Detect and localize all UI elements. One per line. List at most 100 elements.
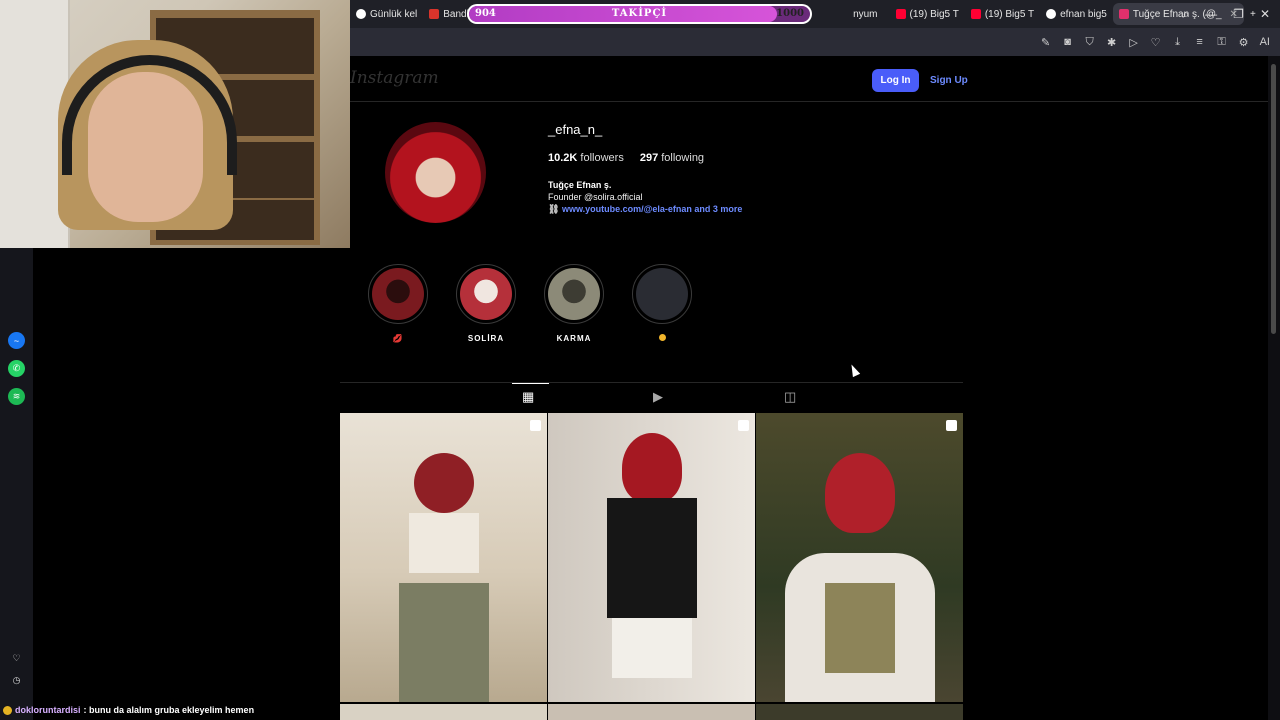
minimize-icon[interactable]: — <box>1205 7 1217 21</box>
highlight-label: KARMA <box>556 334 592 343</box>
tab-label: (19) Big5 T <box>909 8 959 20</box>
post-figure <box>606 498 697 618</box>
follower-goal-track: TAKİPÇİ 904 1000 <box>469 6 810 22</box>
heart-icon[interactable]: ♡ <box>1150 36 1162 49</box>
follower-goal-target: 1000 <box>776 8 804 19</box>
following-stat[interactable]: 297 following <box>640 152 704 164</box>
close-icon[interactable]: ✕ <box>1260 7 1270 21</box>
signup-link[interactable]: Sign Up <box>930 69 968 92</box>
chat-text: : bunu da alalım gruba ekleyelim hemen <box>83 705 255 715</box>
active-tab-indicator <box>512 383 549 384</box>
post-tile[interactable] <box>340 413 547 702</box>
highlight-dot-icon <box>658 334 666 341</box>
post-figure <box>611 618 692 678</box>
post-figure <box>824 453 895 533</box>
followers-label: followers <box>580 152 624 164</box>
tab-favicon-icon <box>356 9 366 19</box>
lock-icon[interactable]: ⚿ <box>1216 36 1228 49</box>
instagram-logo[interactable]: Instagram <box>350 68 439 88</box>
follower-goal-label: TAKİPÇİ <box>611 8 668 19</box>
post-tile[interactable] <box>756 413 963 702</box>
profile-bio: Founder @solira.official <box>548 192 643 202</box>
camera-icon[interactable]: ◙ <box>1062 36 1074 48</box>
highlight-cover <box>372 268 424 320</box>
window-controls: ⌕ — ❐ ✕ <box>1182 0 1270 28</box>
profile-full-name: Tuğçe Efnan ş. <box>548 180 612 190</box>
screen: Günlük kel Bandle - G nyum (19) Big5 T (… <box>0 0 1280 720</box>
webcam-overlay <box>0 0 350 248</box>
grid-tab-icon[interactable]: ▦ <box>522 389 534 405</box>
tagged-tab-icon[interactable]: ◫ <box>784 389 796 405</box>
youtube-icon <box>970 9 981 19</box>
post-figure <box>413 453 474 513</box>
highlight-cover <box>636 268 688 320</box>
chat-username: dokloruntardisi <box>15 705 81 715</box>
tab-favicon-icon <box>429 9 440 19</box>
highlight-label: 💋 <box>392 334 404 343</box>
highlight-ring <box>632 264 692 324</box>
post-tile[interactable] <box>548 704 755 720</box>
restore-icon[interactable]: ❐ <box>1233 7 1244 21</box>
highlight-item[interactable]: SOLİRA <box>456 264 516 344</box>
post-figure <box>824 583 895 673</box>
post-figure <box>408 513 479 573</box>
edit-icon[interactable]: ✎ <box>1040 36 1052 49</box>
link-icon: ⛓ <box>548 204 560 214</box>
followers-stat[interactable]: 10.2K followers <box>548 152 624 164</box>
login-button[interactable]: Log In <box>872 69 919 92</box>
chat-badge-icon <box>3 705 12 715</box>
browser-tab[interactable]: (19) Big5 T <box>890 3 965 25</box>
highlight-item[interactable]: 💋 <box>368 264 428 344</box>
scrollbar-thumb[interactable] <box>1271 64 1276 334</box>
highlight-item[interactable]: KARMA <box>544 264 604 344</box>
whatsapp-icon[interactable]: ✆ <box>8 360 25 377</box>
toolbar-icons: ✎ ◙ ⛉ ✱ ▷ ♡ ⤓ ≡ ⚿ ⚙ AI <box>1040 28 1270 56</box>
tab-label: efnan big5 <box>1060 8 1107 20</box>
followers-count: 10.2K <box>548 152 578 164</box>
following-label: following <box>661 152 705 164</box>
post-tile[interactable] <box>340 704 547 720</box>
reel-badge-icon <box>946 420 957 431</box>
post-figure <box>621 433 682 503</box>
highlight-ring <box>456 264 516 324</box>
heart-icon[interactable]: ♡ <box>8 650 25 667</box>
spotify-icon[interactable]: ≋ <box>8 388 25 405</box>
profile-stats: 10.2K followers 297 following <box>548 152 704 164</box>
instagram-icon <box>1118 9 1129 19</box>
reels-tab-icon[interactable]: ▶ <box>653 389 663 405</box>
profile-username: _efna_n_ <box>548 122 603 137</box>
highlight-cover <box>460 268 512 320</box>
profile-link-text: www.youtube.com/@ela-efnan and 3 more <box>561 204 743 214</box>
play-icon[interactable]: ▷ <box>1128 36 1140 49</box>
tab-label: (19) Big5 T <box>984 8 1035 20</box>
extension-icon[interactable]: ✱ <box>1106 36 1118 49</box>
profile-avatar[interactable] <box>385 122 486 223</box>
browser-tab[interactable]: Günlük kel <box>350 3 423 25</box>
menu-icon[interactable]: ≡ <box>1194 36 1206 48</box>
chat-message: dokloruntardisi : bunu da alalım gruba e… <box>3 705 254 715</box>
search-icon[interactable]: ⌕ <box>1182 7 1189 22</box>
settings-icon[interactable]: ⚙ <box>1238 36 1250 49</box>
post-tile[interactable] <box>548 413 755 702</box>
post-figure <box>398 583 489 702</box>
reel-badge-icon <box>530 420 541 431</box>
browser-tab[interactable]: (19) Big5 T <box>965 3 1040 25</box>
profile-link[interactable]: ⛓ www.youtube.com/@ela-efnan and 3 more <box>548 204 742 215</box>
clock-icon[interactable]: ◷ <box>8 672 25 689</box>
highlight-label: SOLİRA <box>467 334 505 343</box>
ai-button[interactable]: AI <box>1260 36 1270 48</box>
post-tile[interactable] <box>756 704 963 720</box>
highlight-label <box>632 334 692 344</box>
browser-tab[interactable]: nyum <box>847 3 883 25</box>
shield-icon[interactable]: ⛉ <box>1084 36 1096 49</box>
youtube-icon <box>895 9 906 19</box>
browser-toolbar: ✎ ◙ ⛉ ✱ ▷ ♡ ⤓ ≡ ⚿ ⚙ AI <box>350 28 1280 56</box>
tab-label: nyum <box>853 8 878 20</box>
browser-sidebar: ~ ✆ ≋ ♡ ◷ <box>0 248 33 720</box>
browser-tab[interactable]: efnan big5 <box>1040 3 1113 25</box>
download-icon[interactable]: ⤓ <box>1172 36 1184 49</box>
messenger-icon[interactable]: ~ <box>8 332 25 349</box>
highlight-item[interactable] <box>632 264 692 344</box>
highlight-ring <box>544 264 604 324</box>
page-scrollbar[interactable] <box>1268 56 1280 720</box>
